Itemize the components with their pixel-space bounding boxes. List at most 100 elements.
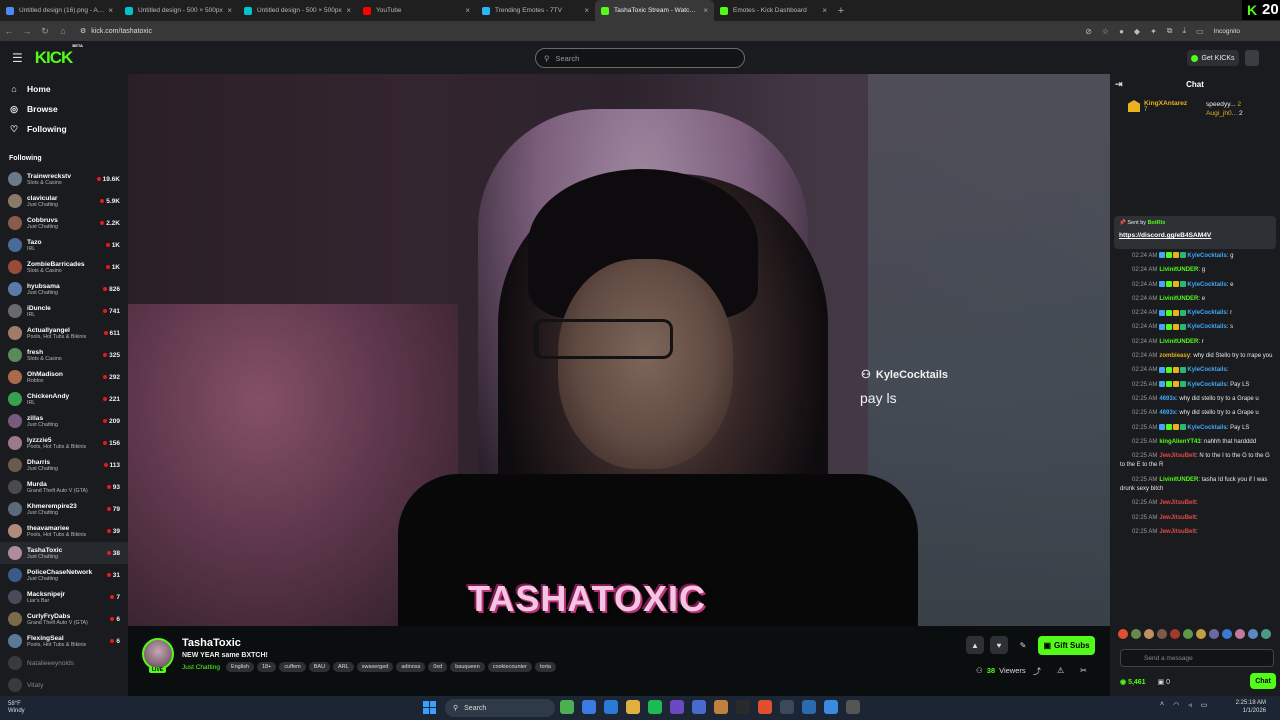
- streamer-name[interactable]: TashaToxic: [182, 637, 241, 649]
- stream-category[interactable]: Just Chatting: [182, 664, 220, 671]
- following-item[interactable]: Cobbruvs Just Chatting 2.2K: [0, 212, 128, 234]
- tab-close-icon[interactable]: ×: [108, 6, 113, 15]
- following-item[interactable]: ZombieBarricades Slots & Casino 1K: [0, 256, 128, 278]
- emote-icon[interactable]: [1222, 629, 1232, 639]
- message-user[interactable]: zombieasy: [1159, 353, 1190, 359]
- user-avatar[interactable]: [1245, 50, 1259, 66]
- extensions-icon[interactable]: ⧉: [1167, 26, 1173, 36]
- emote-icon[interactable]: [1170, 629, 1180, 639]
- browser-tab[interactable]: YouTube ×: [357, 0, 476, 21]
- download-icon[interactable]: ⤓: [1183, 26, 1187, 36]
- stream-tag[interactable]: cuffem: [279, 662, 306, 672]
- sidebar-nav-home[interactable]: ⌂ Home: [0, 79, 128, 99]
- volume-icon[interactable]: ◃: [1188, 701, 1192, 709]
- following-item[interactable]: Vitaty: [0, 674, 128, 696]
- message-user[interactable]: LivinitUNDER: [1159, 267, 1198, 273]
- get-kicks-button[interactable]: Get KICKs: [1187, 50, 1239, 66]
- chrome-icon[interactable]: [560, 700, 574, 714]
- kick-logo[interactable]: KICKBETA: [35, 43, 83, 68]
- stream-tag[interactable]: English: [225, 662, 254, 672]
- message-user[interactable]: LivinitUNDER: [1159, 296, 1198, 302]
- stream-tag[interactable]: 0xd: [428, 662, 448, 672]
- app-icon[interactable]: [692, 700, 706, 714]
- app-icon[interactable]: [824, 700, 838, 714]
- stream-tag[interactable]: ARL: [333, 662, 354, 672]
- chat-input[interactable]: Send a message: [1120, 649, 1274, 667]
- browser-tab[interactable]: Untitled design (16).png - Anim ×: [0, 0, 119, 21]
- forward-icon[interactable]: →: [18, 26, 36, 36]
- extension-icon-3[interactable]: ✦: [1150, 27, 1157, 36]
- collapse-chat-icon[interactable]: ⇥: [1115, 79, 1123, 90]
- following-item[interactable]: OhMadison Roblox 292: [0, 366, 128, 388]
- site-info-icon[interactable]: ⚙: [80, 27, 86, 35]
- tab-close-icon[interactable]: ×: [465, 6, 470, 15]
- extension-icon-2[interactable]: ◆: [1134, 27, 1140, 36]
- message-user[interactable]: KyleCocktails: [1187, 425, 1226, 431]
- stream-tag[interactable]: adinoss: [396, 662, 426, 672]
- eye-off-icon[interactable]: ⊘: [1085, 27, 1092, 36]
- browser-tab[interactable]: Untitled design - 500 × 500px ×: [119, 0, 238, 21]
- emote-icon[interactable]: [1131, 629, 1141, 639]
- following-item[interactable]: clavicular Just Chatting 5.9K: [0, 190, 128, 212]
- sidepanel-icon[interactable]: ▭: [1196, 27, 1204, 36]
- gift-count[interactable]: ▣ 0: [1158, 678, 1170, 686]
- message-user[interactable]: KyleCocktails: [1187, 282, 1226, 288]
- emote-icon[interactable]: [1261, 629, 1271, 639]
- app-icon[interactable]: [714, 700, 728, 714]
- weather-widget[interactable]: 58°F Windy: [8, 701, 25, 715]
- incognito-indicator[interactable]: Incognito: [1214, 28, 1240, 35]
- app-icon[interactable]: [846, 700, 860, 714]
- sidebar-nav-following[interactable]: ♡ Following: [0, 119, 128, 139]
- pin-icon[interactable]: ✎: [1014, 636, 1032, 654]
- message-user[interactable]: JewJitsuBelt: [1159, 529, 1196, 535]
- stream-tag[interactable]: 18+: [256, 662, 277, 672]
- pinned-user[interactable]: BotRix: [1148, 220, 1166, 226]
- video-player[interactable]: ⚇ KyleCocktails pay ls TASHATOXIC: [128, 74, 1110, 626]
- following-item[interactable]: Khmerempire23 Just Chatting 79: [0, 498, 128, 520]
- leader-name[interactable]: KingXAntarez: [1144, 100, 1187, 107]
- browser-tab[interactable]: Untitled design - 500 × 500px ×: [238, 0, 357, 21]
- following-item[interactable]: PoliceChaseNetwork Just Chatting 31: [0, 564, 128, 586]
- new-tab-icon[interactable]: +: [833, 5, 849, 17]
- clip-icon[interactable]: ✂: [1080, 666, 1087, 677]
- kicks-balance[interactable]: ◉ 5,461: [1120, 678, 1146, 686]
- sidebar-nav-browse[interactable]: ◎ Browse: [0, 99, 128, 119]
- following-item[interactable]: Murda Grand Theft Auto V (GTA) 93: [0, 476, 128, 498]
- emote-icon[interactable]: [1157, 629, 1167, 639]
- message-user[interactable]: JewJitsuBelt: [1159, 453, 1196, 459]
- following-item[interactable]: fresh Slots & Casino 325: [0, 344, 128, 366]
- app-icon[interactable]: [670, 700, 684, 714]
- chat-send-button[interactable]: Chat: [1250, 673, 1276, 689]
- message-user[interactable]: LivinitUNDER: [1159, 339, 1198, 345]
- following-item[interactable]: CurlyFryDabs Grand Theft Auto V (GTA) 6: [0, 608, 128, 630]
- tab-close-icon[interactable]: ×: [584, 6, 589, 15]
- following-item[interactable]: lyzzzie5 Pools, Hot Tubs & Bikinis 156: [0, 432, 128, 454]
- back-icon[interactable]: ←: [0, 26, 18, 36]
- bell-icon[interactable]: ▲: [966, 636, 984, 654]
- emote-icon[interactable]: [1209, 629, 1219, 639]
- following-item[interactable]: iDuncle IRL 741: [0, 300, 128, 322]
- url-field[interactable]: ⚙ kick.com/tashatoxic: [80, 27, 152, 36]
- star-icon[interactable]: ☆: [1102, 27, 1109, 36]
- tab-close-icon[interactable]: ×: [822, 6, 827, 15]
- app-icon[interactable]: [582, 700, 596, 714]
- edge-icon[interactable]: [604, 700, 618, 714]
- following-item[interactable]: Natalieeeynolds: [0, 652, 128, 674]
- emote-icon[interactable]: [1118, 629, 1128, 639]
- wifi-icon[interactable]: ◠: [1173, 701, 1179, 709]
- following-item[interactable]: zillas Just Chatting 209: [0, 410, 128, 432]
- message-user[interactable]: 4693x: [1159, 396, 1176, 402]
- search-input[interactable]: ⚲ Search: [535, 48, 745, 68]
- reload-icon[interactable]: ↻: [36, 26, 54, 37]
- tab-close-icon[interactable]: ×: [346, 6, 351, 15]
- brave-icon[interactable]: [758, 700, 772, 714]
- following-item[interactable]: ChickenAndy IRL 221: [0, 388, 128, 410]
- steam-icon[interactable]: [802, 700, 816, 714]
- following-item[interactable]: FlexingSeal Pools, Hot Tubs & Bikinis 6: [0, 630, 128, 652]
- stream-tag[interactable]: torta: [534, 662, 556, 672]
- following-item[interactable]: hyubsama Just Chatting 826: [0, 278, 128, 300]
- stream-tag[interactable]: swaxerged: [356, 662, 394, 672]
- leader-3-name[interactable]: Augi_jh0...: [1206, 110, 1237, 117]
- emote-icon[interactable]: [1196, 629, 1206, 639]
- message-user[interactable]: 4693x: [1159, 410, 1176, 416]
